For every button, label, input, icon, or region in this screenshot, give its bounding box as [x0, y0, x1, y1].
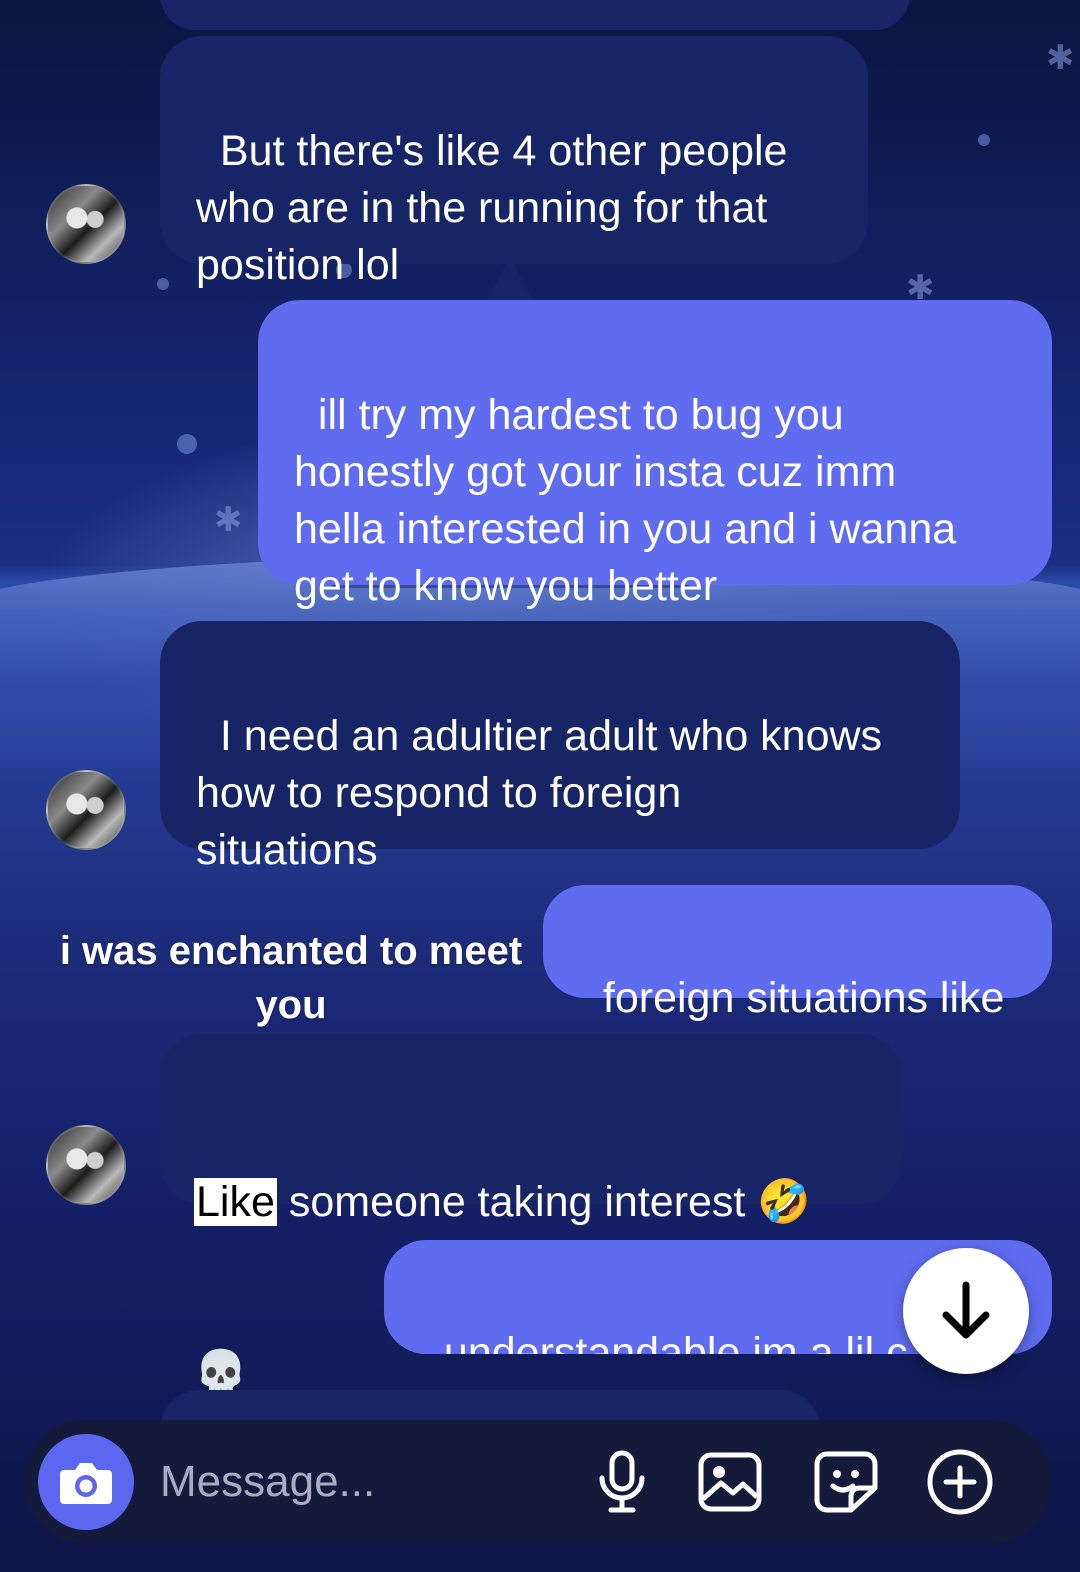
gallery-button[interactable] [696, 1448, 764, 1516]
message-bubble-incoming[interactable]: But there's like 4 other people who are … [160, 36, 868, 289]
sticker-icon [814, 1451, 878, 1513]
message-bubble-outgoing[interactable]: ill try my hardest to bug you honestly g… [258, 300, 1052, 610]
highlighted-word: Like [194, 1178, 277, 1226]
image-icon [698, 1452, 762, 1512]
message-line: Like someone taking interest 🤣 [194, 1174, 868, 1231]
contact-avatar[interactable] [46, 1125, 126, 1205]
background-dot [177, 434, 197, 454]
caption-line: you [255, 983, 327, 1027]
message-bubble-incoming[interactable]: Like someone taking interest 🤣 💀 [160, 1034, 902, 1397]
message-text: ill try my hardest to bug you honestly g… [294, 391, 957, 610]
message-bubble-outgoing[interactable]: foreign situations like [543, 885, 1052, 1022]
more-options-button[interactable] [926, 1448, 994, 1516]
sticker-button[interactable] [812, 1448, 880, 1516]
message-text: understandable im a lil c [443, 1329, 908, 1354]
microphone-button[interactable] [588, 1448, 656, 1516]
message-bubble-incoming-partial [160, 0, 910, 30]
background-dot [978, 134, 990, 146]
snowflake-icon: ✱ [1046, 38, 1075, 78]
camera-icon [60, 1463, 112, 1504]
snowflake-icon: ✱ [214, 500, 243, 540]
message-input[interactable] [160, 1450, 580, 1514]
contact-avatar[interactable] [46, 184, 126, 264]
microphone-icon [599, 1450, 645, 1513]
message-text: foreign situations like [602, 974, 1005, 1022]
video-caption: i was enchanted to meet you [44, 924, 538, 1032]
plus-icon [927, 1449, 993, 1515]
background-dot [157, 278, 169, 290]
camera-button[interactable] [38, 1434, 134, 1530]
arrow-down-icon [942, 1281, 990, 1339]
message-text: someone taking interest 🤣 [276, 1178, 811, 1226]
message-bubble-incoming[interactable]: I need an adultier adult who knows how t… [160, 621, 960, 874]
contact-avatar[interactable] [46, 770, 126, 850]
caption-line: i was enchanted to meet [59, 929, 523, 973]
scroll-to-bottom-button[interactable] [903, 1248, 1029, 1374]
